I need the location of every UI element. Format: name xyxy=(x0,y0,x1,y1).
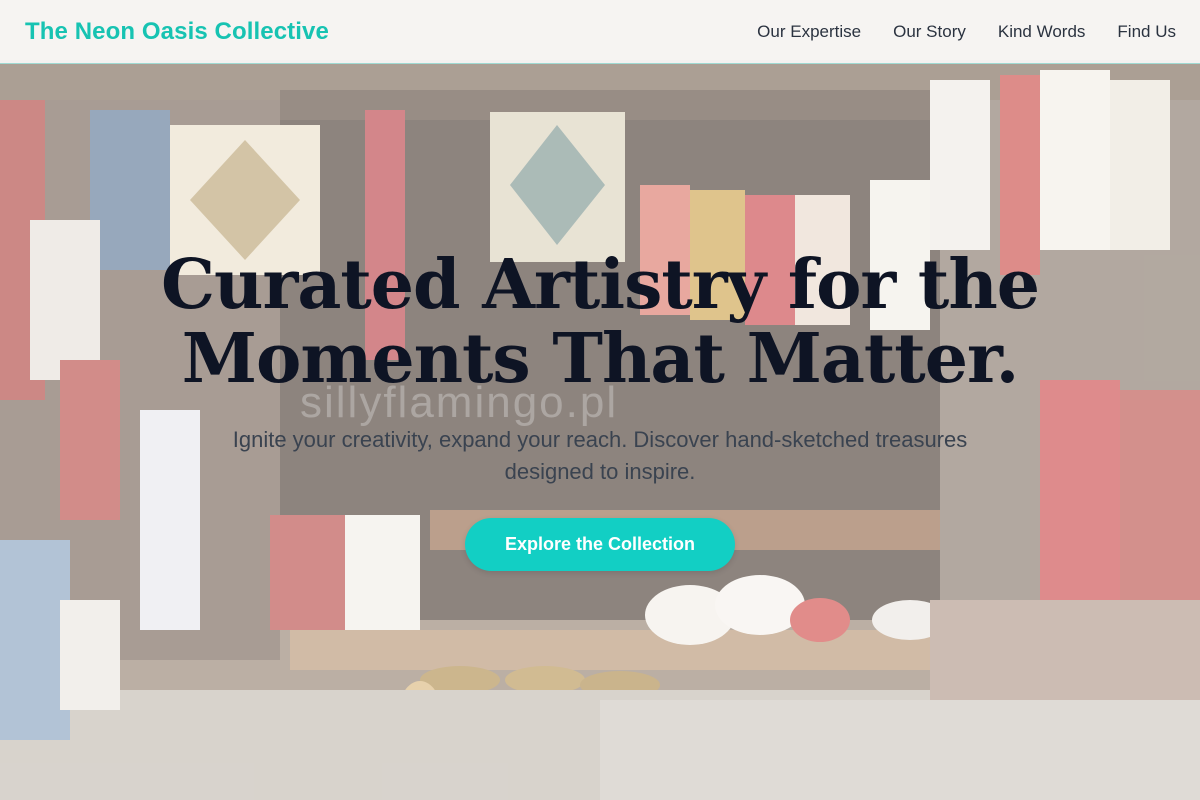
nav-link-our-story[interactable]: Our Story xyxy=(893,22,966,42)
explore-collection-button[interactable]: Explore the Collection xyxy=(464,518,736,571)
hero-headline: Curated Artistry for the Moments That Ma… xyxy=(160,245,1040,399)
brand-logo[interactable]: The Neon Oasis Collective xyxy=(25,18,329,46)
hero-subtext: Ignite your creativity, expand your reac… xyxy=(232,427,968,484)
nav-link-kind-words[interactable]: Kind Words xyxy=(998,22,1086,42)
site-header: The Neon Oasis Collective Our Expertise … xyxy=(0,0,1200,64)
hero-content: Curated Artistry for the Moments That Ma… xyxy=(0,248,1200,571)
nav-link-our-expertise[interactable]: Our Expertise xyxy=(757,22,861,42)
nav-link-find-us[interactable]: Find Us xyxy=(1117,22,1176,42)
main-nav: Our Expertise Our Story Kind Words Find … xyxy=(757,22,1176,42)
